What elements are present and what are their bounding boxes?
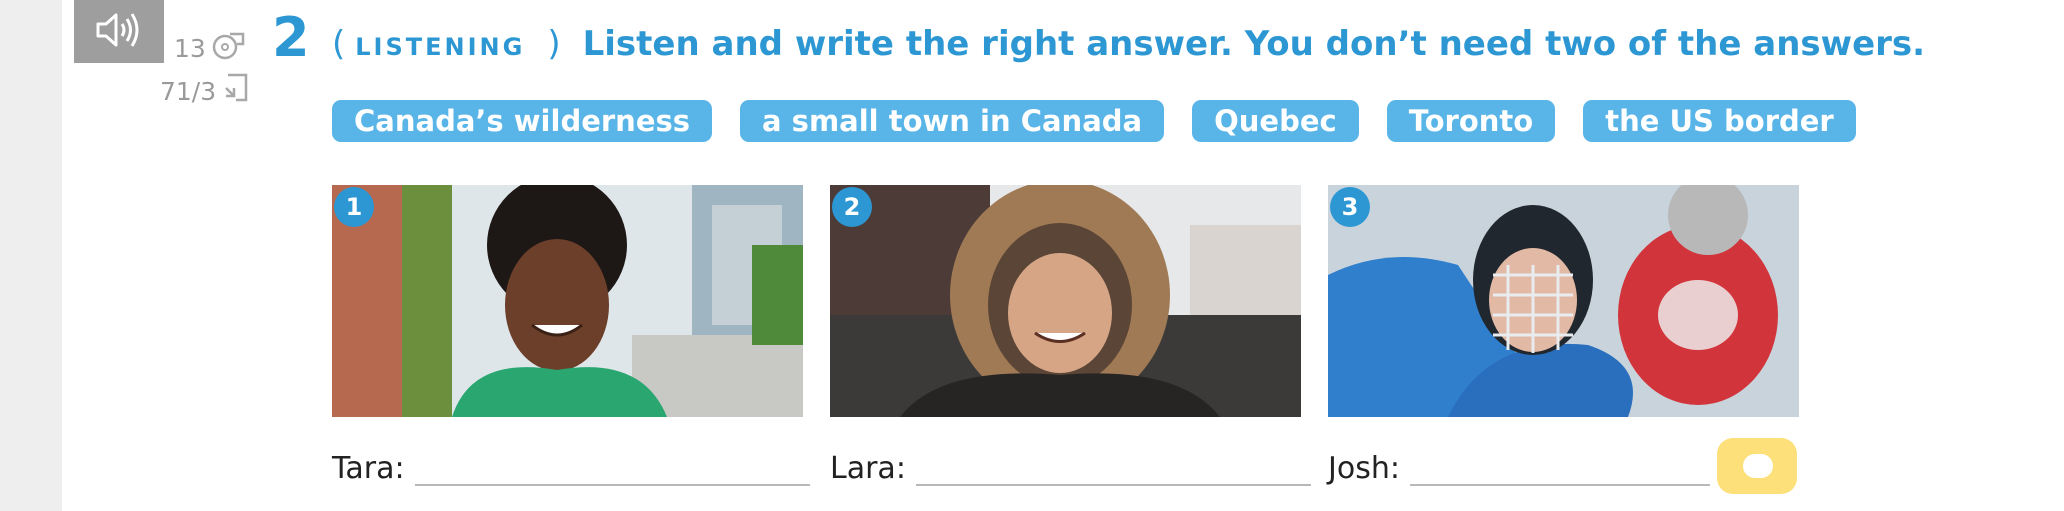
toggle-knob: [1743, 454, 1773, 478]
page-icon: [222, 72, 250, 110]
photo-1-image: [332, 185, 803, 417]
answer-option[interactable]: Toronto: [1386, 100, 1556, 142]
answer-option[interactable]: the US border: [1583, 100, 1856, 142]
skill-open-paren: (: [332, 24, 346, 64]
photo-1: 1: [332, 185, 803, 417]
photo-3: 3: [1328, 185, 1799, 417]
answer-field-2[interactable]: [915, 450, 1311, 486]
skill-label: LISTENING: [355, 33, 526, 61]
answer-toggle[interactable]: [1717, 438, 1797, 494]
answer-row-1: Tara:: [332, 450, 810, 486]
speaker-icon: [94, 10, 144, 54]
answer-field-3[interactable]: [1409, 450, 1710, 486]
page-ref-number: 71/3: [160, 76, 217, 106]
answer-label-1: Tara:: [332, 451, 405, 486]
answer-label-2: Lara:: [830, 451, 906, 486]
photo-2-image: [830, 185, 1301, 417]
audio-button[interactable]: [74, 0, 164, 63]
answer-options: Canada’s wilderness a small town in Cana…: [332, 100, 1856, 142]
exercise-heading: ( LISTENING ) Listen and write the right…: [332, 24, 1925, 64]
answer-option[interactable]: Canada’s wilderness: [332, 100, 713, 142]
photo-3-image: [1328, 185, 1799, 417]
cd-track-number: 13: [174, 33, 206, 63]
photo-2-number: 2: [832, 187, 872, 227]
cd-track-ref: 13: [174, 30, 246, 66]
photo-1-number: 1: [334, 187, 374, 227]
answer-row-3: Josh:: [1328, 450, 1710, 486]
photo-3-number: 3: [1330, 187, 1370, 227]
cd-icon: [212, 30, 246, 66]
answer-field-1[interactable]: [414, 450, 810, 486]
answer-option[interactable]: a small town in Canada: [740, 100, 1165, 142]
answer-label-3: Josh:: [1328, 451, 1400, 486]
left-gutter: [0, 0, 62, 511]
answer-option[interactable]: Quebec: [1192, 100, 1359, 142]
answer-row-2: Lara:: [830, 450, 1311, 486]
exercise-instruction: Listen and write the right answer. You d…: [582, 24, 1926, 64]
photo-2: 2: [830, 185, 1301, 417]
page-ref: 71/3: [160, 72, 250, 110]
exercise-number: 2: [272, 6, 310, 69]
skill-close-paren: ): [547, 24, 561, 64]
